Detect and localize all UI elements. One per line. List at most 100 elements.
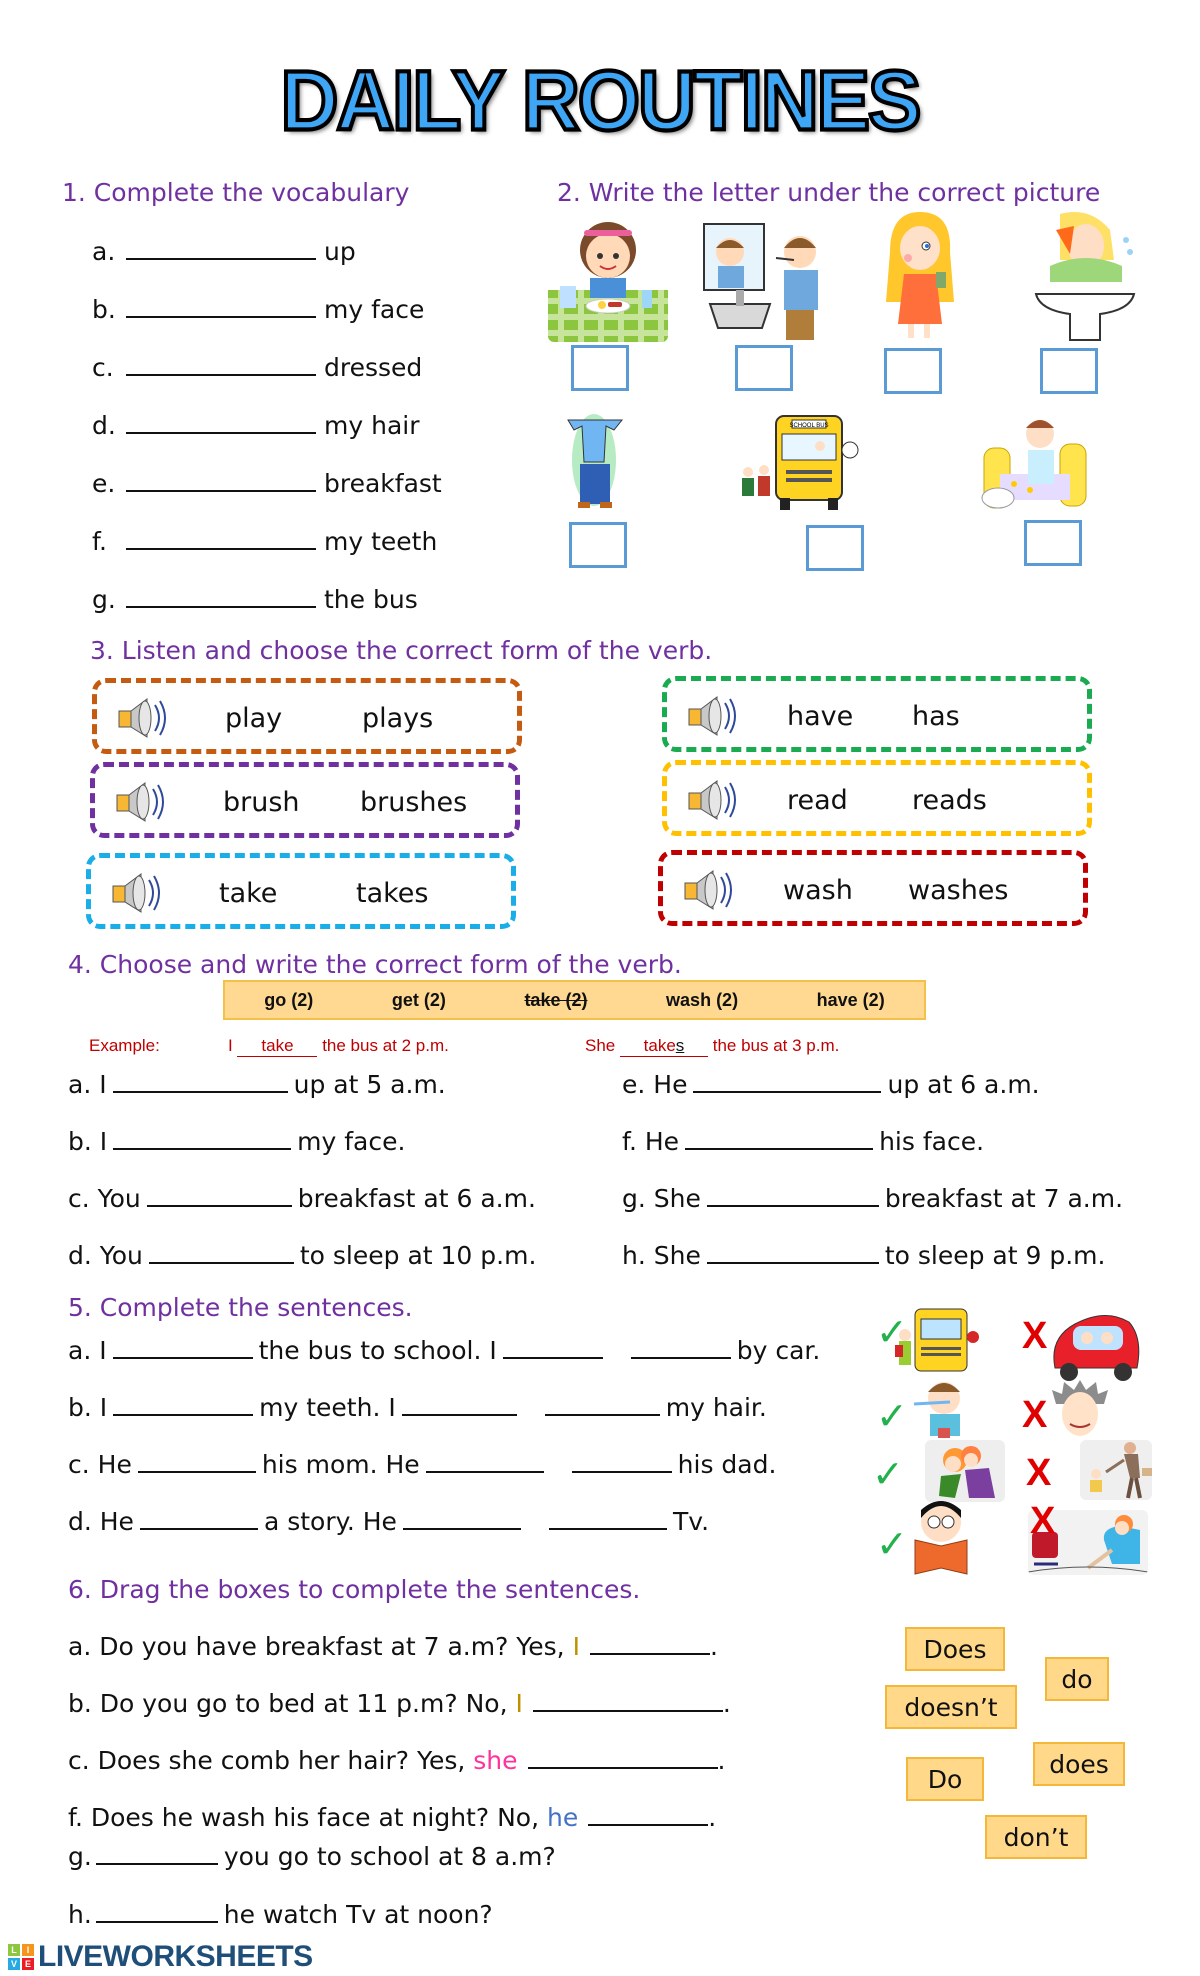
- verb-option-base[interactable]: read: [787, 785, 848, 816]
- complete-sentence: b. I my teeth. I my hair.: [68, 1393, 767, 1422]
- drag-tile[interactable]: do: [1045, 1657, 1109, 1701]
- answer-box-6[interactable]: [806, 525, 864, 571]
- sentence-blank[interactable]: [425, 1453, 544, 1473]
- verb-option-base[interactable]: take: [219, 878, 277, 909]
- sentence-blank[interactable]: [139, 1510, 258, 1530]
- drop-zone[interactable]: [532, 1692, 723, 1712]
- verb-blank[interactable]: [706, 1187, 879, 1207]
- sentence-subject: g. She: [622, 1184, 701, 1213]
- answer-box-3[interactable]: [884, 348, 942, 394]
- vocabulary-item: d. my hair: [92, 411, 419, 440]
- answer-box-5[interactable]: [569, 522, 627, 568]
- messy-hair-picture: [1052, 1380, 1108, 1436]
- sentence-blank[interactable]: [112, 1339, 253, 1359]
- drag-tile[interactable]: does: [1033, 1742, 1125, 1786]
- sentence-subject: d. You: [68, 1241, 143, 1270]
- question-rest: he watch Tv at noon?: [223, 1900, 493, 1929]
- drop-zone[interactable]: [589, 1635, 710, 1655]
- drop-zone[interactable]: [95, 1903, 218, 1923]
- sentence-rest: breakfast at 7 a.m.: [884, 1184, 1124, 1213]
- cross-icon: X: [1026, 1452, 1052, 1494]
- complete-sentence: d. He a story. He Tv.: [68, 1507, 709, 1536]
- verb-option-base[interactable]: play: [225, 703, 282, 734]
- vocabulary-item: f. my teeth: [92, 527, 437, 556]
- verb-option-third-person[interactable]: has: [912, 701, 960, 732]
- section2-heading: 2. Write the letter under the correct pi…: [557, 178, 1101, 207]
- drag-tile[interactable]: don’t: [985, 1815, 1087, 1859]
- sentence-blank[interactable]: [544, 1396, 660, 1416]
- sentence-rest: up at 5 a.m.: [293, 1070, 446, 1099]
- verb-blank[interactable]: [112, 1073, 288, 1093]
- speaker-icon[interactable]: [681, 867, 737, 913]
- verb-option-third-person[interactable]: washes: [908, 875, 1009, 906]
- drag-tile[interactable]: Do: [906, 1757, 984, 1801]
- verb-option-third-person[interactable]: reads: [912, 785, 987, 816]
- verb-blank[interactable]: [706, 1244, 879, 1264]
- vocabulary-item: a. up: [92, 237, 356, 266]
- sentence-blank[interactable]: [401, 1396, 517, 1416]
- item-letter: b.: [92, 295, 116, 324]
- answer-box-4[interactable]: [1040, 348, 1098, 394]
- sentence-blank[interactable]: [548, 1510, 667, 1530]
- vocabulary-blank[interactable]: [126, 530, 316, 550]
- word-bank-item: go (2): [264, 989, 314, 1010]
- sentence-blank[interactable]: [571, 1453, 672, 1473]
- speaker-icon[interactable]: [115, 695, 171, 741]
- sentence-pronoun: I: [515, 1689, 523, 1718]
- vocabulary-blank[interactable]: [126, 472, 316, 492]
- sentence-blank[interactable]: [137, 1453, 256, 1473]
- verb-option-third-person[interactable]: brushes: [360, 787, 467, 818]
- sentence-rest: his face.: [879, 1127, 985, 1156]
- speaker-icon[interactable]: [685, 693, 741, 739]
- sentence-blank[interactable]: [113, 1396, 254, 1416]
- sentence-blank[interactable]: [402, 1510, 521, 1530]
- verb-blank[interactable]: [148, 1244, 294, 1264]
- verb-choice-box: wash washes: [658, 850, 1088, 926]
- boy-reading-book-picture: [914, 1501, 968, 1575]
- section5-heading: 5. Complete the sentences.: [68, 1293, 413, 1322]
- vocabulary-blank[interactable]: [126, 588, 316, 608]
- vocabulary-phrase: my teeth: [324, 527, 438, 556]
- verb-option-base[interactable]: wash: [783, 875, 853, 906]
- answer-box-2[interactable]: [735, 345, 793, 391]
- speaker-icon[interactable]: [109, 870, 165, 916]
- verb-option-third-person[interactable]: plays: [362, 703, 433, 734]
- sentence-part: a. I: [68, 1336, 107, 1365]
- verb-blank[interactable]: [146, 1187, 292, 1207]
- drag-question: g. you go to school at 8 a.m?: [68, 1842, 556, 1871]
- sentence-blank[interactable]: [630, 1339, 731, 1359]
- answer-box-7[interactable]: [1024, 520, 1082, 566]
- vocabulary-blank[interactable]: [126, 414, 316, 434]
- speaker-icon[interactable]: [685, 777, 741, 823]
- verb-blank[interactable]: [685, 1130, 874, 1150]
- verb-option-base[interactable]: have: [787, 701, 853, 732]
- vocabulary-blank[interactable]: [126, 356, 316, 376]
- verb-blank[interactable]: [693, 1073, 882, 1093]
- boy-washing-face-picture: [1034, 212, 1136, 341]
- speaker-icon[interactable]: [113, 779, 169, 825]
- example-answer-2: takes: [619, 1036, 708, 1057]
- verb-option-base[interactable]: brush: [223, 787, 300, 818]
- item-letter: c.: [92, 353, 114, 382]
- verb-option-third-person[interactable]: takes: [356, 878, 428, 909]
- word-bank-item: get (2): [391, 989, 446, 1010]
- sentence-question: a. Do you have breakfast at 7 a.m? Yes,: [68, 1632, 573, 1661]
- vocabulary-blank[interactable]: [126, 298, 316, 318]
- vocabulary-blank[interactable]: [126, 240, 316, 260]
- word-bank-item: have (2): [816, 989, 885, 1010]
- sentence-end: .: [717, 1746, 726, 1775]
- sentence-blank[interactable]: [502, 1339, 603, 1359]
- sentence-part: b. I: [68, 1393, 108, 1422]
- drop-zone[interactable]: [527, 1749, 718, 1769]
- drop-zone[interactable]: [588, 1806, 709, 1826]
- girl-combing-hair-picture: [886, 212, 954, 338]
- verb-blank[interactable]: [113, 1130, 292, 1150]
- sentence-rest: to sleep at 9 p.m.: [884, 1241, 1106, 1270]
- check-icon: ✓: [876, 1522, 908, 1566]
- question-letter: h.: [68, 1900, 92, 1929]
- drop-zone[interactable]: [95, 1845, 218, 1865]
- answer-box-1[interactable]: [571, 345, 629, 391]
- drag-tile[interactable]: doesn’t: [885, 1685, 1017, 1729]
- drag-tile[interactable]: Does: [905, 1627, 1005, 1671]
- question-rest: you go to school at 8 a.m?: [223, 1842, 556, 1871]
